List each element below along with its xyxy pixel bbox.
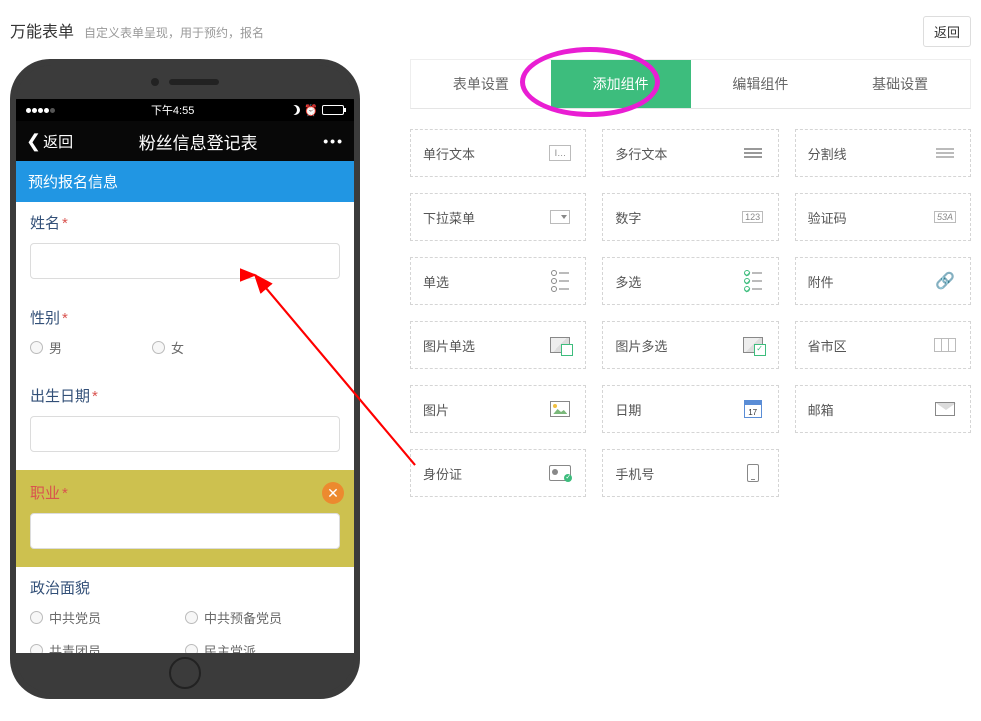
header-left: 万能表单 自定义表单呈现，用于预约，报名 xyxy=(10,18,264,42)
radio-icon xyxy=(152,341,165,354)
comp-dropdown[interactable]: 下拉菜单 xyxy=(410,193,586,241)
home-icon xyxy=(169,657,201,689)
comp-multi-text[interactable]: 多行文本 xyxy=(602,129,778,177)
attachment-icon: 🔗 xyxy=(932,270,958,292)
comp-idcard[interactable]: 身份证 xyxy=(410,449,586,497)
email-icon xyxy=(932,398,958,420)
divider-icon xyxy=(932,142,958,164)
phone-navbar: ❮ 返回 粉丝信息登记表 ••• xyxy=(16,121,354,161)
delete-field-button[interactable]: ✕ xyxy=(322,482,344,504)
page-title: 万能表单 xyxy=(10,18,74,42)
close-icon: ✕ xyxy=(327,485,339,502)
phone-mockup: 下午4:55 ⏰ ❮ 返回 粉丝信息登记表 ••• 预约 xyxy=(10,59,360,699)
text-input-icon: I… xyxy=(547,142,573,164)
comp-image-checkbox[interactable]: 图片多选 xyxy=(602,321,778,369)
radio-list-icon xyxy=(547,270,573,292)
alarm-icon: ⏰ xyxy=(304,104,318,117)
phone-screen: 预约报名信息 姓名* 性别* 男 女 xyxy=(16,161,354,653)
battery-icon xyxy=(322,105,344,115)
field-job-selected[interactable]: 职业* ✕ xyxy=(16,470,354,567)
radio-cpc-probation[interactable]: 中共预备党员 xyxy=(185,608,340,627)
phone-nav-title: 粉丝信息登记表 xyxy=(139,129,258,154)
phone-home-button[interactable] xyxy=(16,653,354,693)
dob-input[interactable] xyxy=(30,416,340,452)
comp-divider[interactable]: 分割线 xyxy=(795,129,971,177)
form-section-title: 预约报名信息 xyxy=(16,161,354,202)
checkbox-list-icon xyxy=(740,270,766,292)
calendar-icon xyxy=(740,398,766,420)
radio-icon xyxy=(185,644,198,653)
radio-female[interactable]: 女 xyxy=(152,338,184,357)
dnd-icon xyxy=(290,105,300,115)
camera-icon xyxy=(151,78,159,86)
page-subtitle: 自定义表单呈现，用于预约，报名 xyxy=(84,24,264,41)
radio-male[interactable]: 男 xyxy=(30,338,62,357)
image-icon xyxy=(547,398,573,420)
number-icon: 123 xyxy=(740,206,766,228)
phone-statusbar: 下午4:55 ⏰ xyxy=(16,99,354,121)
field-name[interactable]: 姓名* xyxy=(16,202,354,279)
multiline-icon xyxy=(740,142,766,164)
signal-icon xyxy=(26,108,55,113)
radio-icon xyxy=(30,644,43,653)
radio-democratic[interactable]: 民主党派 xyxy=(185,641,340,653)
captcha-icon: 53A xyxy=(932,206,958,228)
page-header: 万能表单 自定义表单呈现，用于预约，报名 返回 xyxy=(0,0,981,59)
comp-date[interactable]: 日期 xyxy=(602,385,778,433)
radio-icon xyxy=(30,611,43,624)
job-input[interactable] xyxy=(30,513,340,549)
tab-add-component[interactable]: 添加组件 xyxy=(551,60,691,108)
tab-form-settings[interactable]: 表单设置 xyxy=(411,60,551,108)
radio-icon xyxy=(185,611,198,624)
radio-cpc-member[interactable]: 中共党员 xyxy=(30,608,185,627)
builder-tabs: 表单设置 添加组件 编辑组件 基础设置 xyxy=(410,59,971,109)
tab-edit-component[interactable]: 编辑组件 xyxy=(691,60,831,108)
comp-image[interactable]: 图片 xyxy=(410,385,586,433)
component-grid: 单行文本I… 多行文本 分割线 下拉菜单 数字123 验证码53A 单选 多选 … xyxy=(410,129,971,497)
components-panel: 表单设置 添加组件 编辑组件 基础设置 单行文本I… 多行文本 分割线 下拉菜单… xyxy=(380,59,971,699)
radio-youth-league[interactable]: 共青团员 xyxy=(30,641,185,653)
comp-checkbox[interactable]: 多选 xyxy=(602,257,778,305)
image-radio-icon xyxy=(547,334,573,356)
field-political[interactable]: 政治面貌 中共党员 中共预备党员 共青团员 民主党派 xyxy=(16,567,354,653)
phone-more-button[interactable]: ••• xyxy=(323,133,344,149)
comp-single-text[interactable]: 单行文本I… xyxy=(410,129,586,177)
comp-number[interactable]: 数字123 xyxy=(602,193,778,241)
dropdown-icon xyxy=(547,206,573,228)
phone-speaker-row xyxy=(16,65,354,99)
mobile-icon xyxy=(740,462,766,484)
field-gender[interactable]: 性别* 男 女 xyxy=(16,297,354,357)
statusbar-time: 下午4:55 xyxy=(151,102,194,118)
chevron-left-icon: ❮ xyxy=(26,132,41,150)
comp-attachment[interactable]: 附件🔗 xyxy=(795,257,971,305)
radio-icon xyxy=(30,341,43,354)
comp-image-radio[interactable]: 图片单选 xyxy=(410,321,586,369)
required-mark: * xyxy=(62,215,68,232)
back-button[interactable]: 返回 xyxy=(923,16,971,47)
comp-radio[interactable]: 单选 xyxy=(410,257,586,305)
image-checkbox-icon xyxy=(740,334,766,356)
name-input[interactable] xyxy=(30,243,340,279)
comp-captcha[interactable]: 验证码53A xyxy=(795,193,971,241)
field-dob[interactable]: 出生日期* xyxy=(16,375,354,452)
comp-email[interactable]: 邮箱 xyxy=(795,385,971,433)
tab-basic-settings[interactable]: 基础设置 xyxy=(830,60,970,108)
idcard-icon xyxy=(547,462,573,484)
comp-region[interactable]: 省市区 xyxy=(795,321,971,369)
speaker-icon xyxy=(169,79,219,85)
comp-mobile[interactable]: 手机号 xyxy=(602,449,778,497)
phone-back-button[interactable]: ❮ 返回 xyxy=(26,131,73,152)
region-icon xyxy=(932,334,958,356)
